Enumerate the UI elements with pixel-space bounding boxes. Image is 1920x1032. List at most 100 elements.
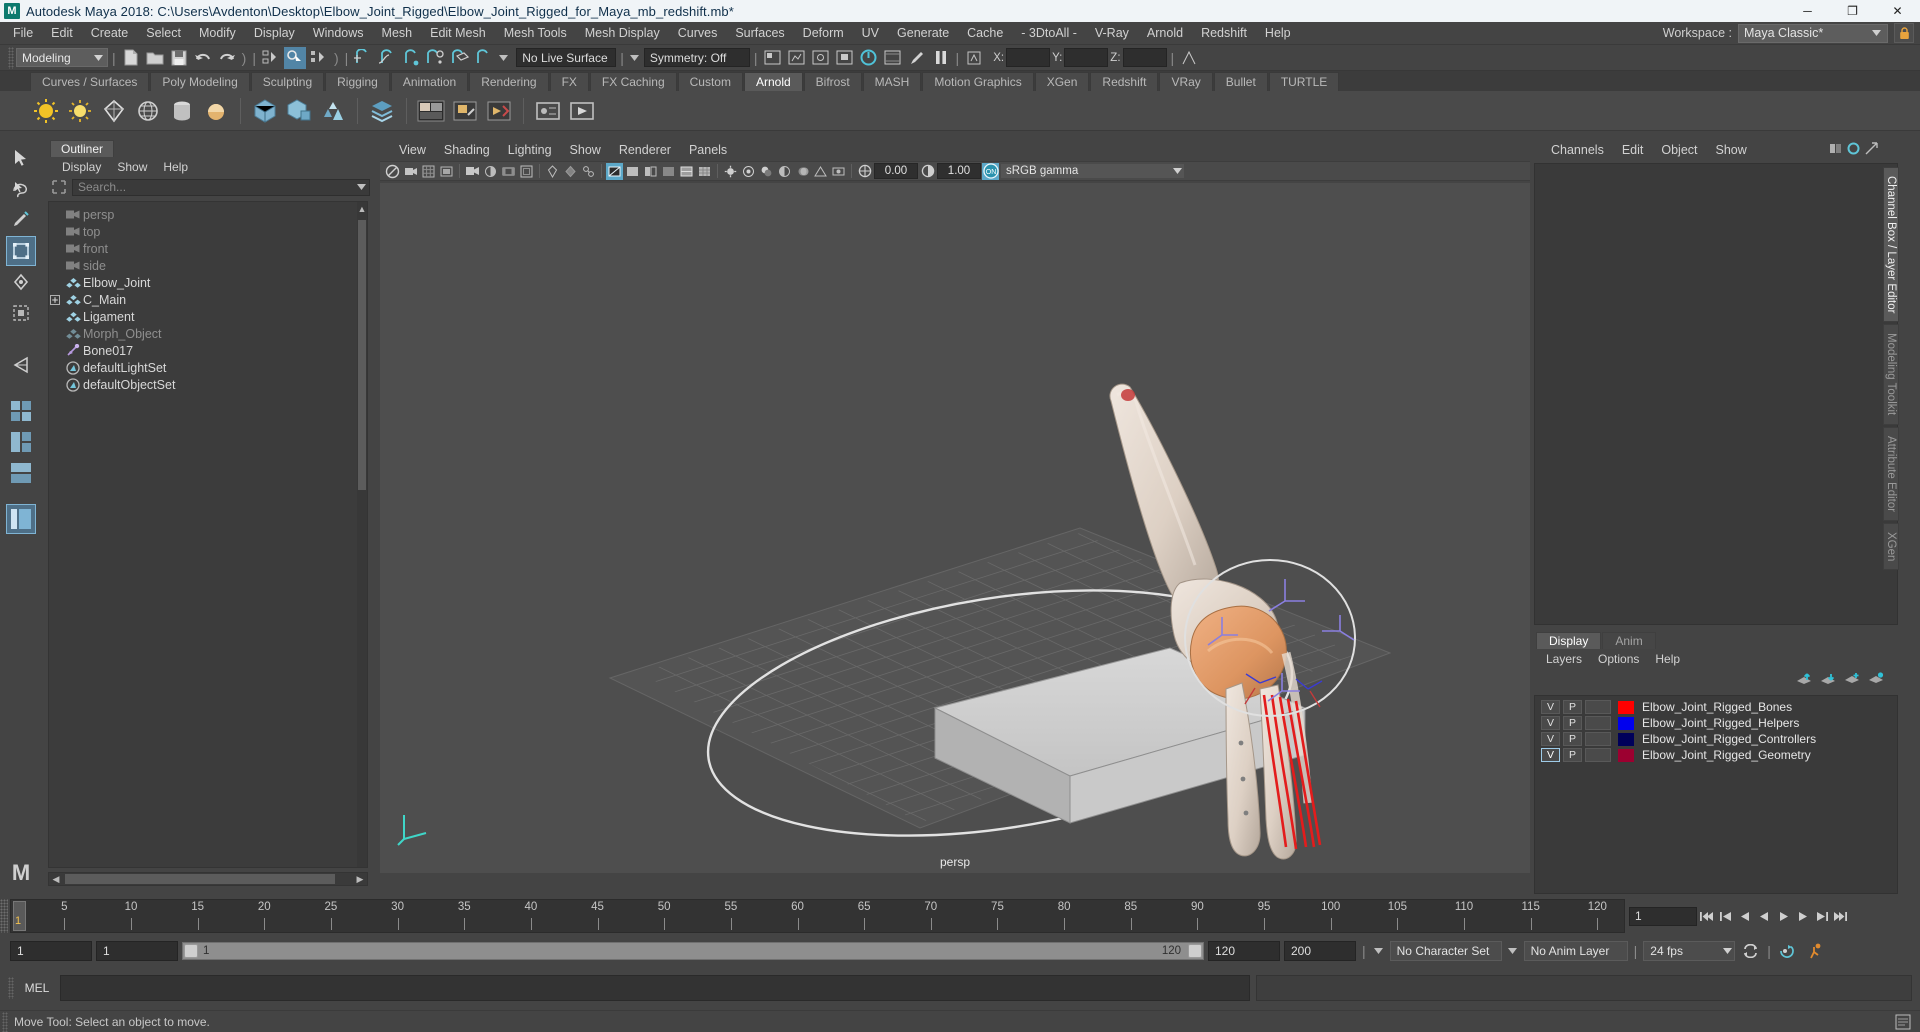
outliner-vertical-scrollbar[interactable]: ▲ bbox=[357, 202, 367, 867]
viewport-menu-view[interactable]: View bbox=[390, 139, 435, 161]
scale-tool-button[interactable] bbox=[6, 298, 36, 328]
shelf-tab-turtle[interactable]: TURTLE bbox=[1268, 72, 1340, 91]
exposure-icon[interactable] bbox=[856, 163, 873, 180]
outliner-item[interactable]: Ligament bbox=[49, 308, 367, 325]
layer-state-toggle[interactable]: . bbox=[1585, 716, 1611, 730]
outliner-item[interactable]: Morph_Object bbox=[49, 325, 367, 342]
shelf-tab-motion-graphics[interactable]: Motion Graphics bbox=[922, 72, 1034, 91]
channel-box-body[interactable] bbox=[1534, 163, 1898, 625]
use-default-lighting-icon[interactable] bbox=[722, 163, 739, 180]
layer-row[interactable]: VP. Elbow_Joint_Rigged_Controllers bbox=[1535, 731, 1897, 747]
lasso-tool-button[interactable] bbox=[6, 174, 36, 204]
motion-blur-icon[interactable] bbox=[794, 163, 811, 180]
render-view-icon[interactable] bbox=[762, 47, 784, 69]
outliner-item[interactable]: Bone017 bbox=[49, 342, 367, 359]
maximize-button[interactable]: ❐ bbox=[1830, 0, 1875, 22]
go-to-end-icon[interactable] bbox=[1831, 906, 1849, 926]
two-sided-lighting-icon[interactable] bbox=[482, 163, 499, 180]
brush-icon[interactable] bbox=[906, 47, 928, 69]
gamma-icon[interactable] bbox=[919, 163, 936, 180]
open-scene-icon[interactable] bbox=[144, 47, 166, 69]
toolbar-grip[interactable] bbox=[8, 46, 14, 69]
exposure-value[interactable]: 0.00 bbox=[874, 163, 918, 179]
layer-playback-toggle[interactable]: P bbox=[1563, 700, 1582, 714]
multisample-aa-icon[interactable] bbox=[812, 163, 829, 180]
arnold-procedural-icon[interactable] bbox=[283, 95, 315, 127]
last-tool-button[interactable] bbox=[6, 350, 36, 380]
depth-of-field-icon[interactable] bbox=[830, 163, 847, 180]
command-line-grip[interactable] bbox=[8, 977, 14, 999]
close-button[interactable]: ✕ bbox=[1875, 0, 1920, 22]
layer-list[interactable]: VP.Elbow_Joint_Rigged_BonesVP.Elbow_Join… bbox=[1534, 695, 1898, 894]
menu-set-dropdown[interactable]: Modeling bbox=[16, 48, 108, 67]
new-layer-icon[interactable] bbox=[1844, 672, 1860, 689]
anim-layer-chevron-icon[interactable] bbox=[1506, 942, 1520, 960]
layer-playback-toggle[interactable]: P bbox=[1563, 732, 1582, 746]
scroll-left-icon[interactable]: ◀ bbox=[49, 873, 63, 885]
channel-box-menu-channels[interactable]: Channels bbox=[1542, 139, 1613, 161]
shelf-tab-custom[interactable]: Custom bbox=[677, 72, 743, 91]
axis-x-input[interactable] bbox=[1006, 48, 1051, 67]
arnold-volume-icon[interactable] bbox=[166, 95, 198, 127]
outliner-horizontal-scrollbar[interactable]: ◀ ▶ bbox=[48, 872, 368, 886]
shelf-tab-arnold[interactable]: Arnold bbox=[743, 72, 803, 91]
outliner-menu-help[interactable]: Help bbox=[155, 157, 196, 177]
use-all-lights-icon[interactable] bbox=[740, 163, 757, 180]
character-set-chevron-icon[interactable] bbox=[1372, 942, 1386, 960]
gamma-value[interactable]: 1.00 bbox=[937, 163, 981, 179]
snap-view-plane-icon[interactable] bbox=[448, 47, 470, 69]
go-to-start-icon[interactable] bbox=[1698, 906, 1716, 926]
layer-menu-options[interactable]: Options bbox=[1590, 649, 1647, 669]
viewport-menu-shading[interactable]: Shading bbox=[435, 139, 499, 161]
menu-item-arnold[interactable]: Arnold bbox=[1138, 22, 1192, 44]
shelf-tab-animation[interactable]: Animation bbox=[390, 72, 469, 91]
move-layer-down-icon[interactable] bbox=[1820, 672, 1836, 689]
outliner-menu-show[interactable]: Show bbox=[109, 157, 155, 177]
color-management-toggle-icon[interactable]: ON bbox=[982, 162, 999, 180]
arnold-area-light-icon[interactable] bbox=[30, 95, 62, 127]
channel-box-menu-object[interactable]: Object bbox=[1652, 139, 1706, 161]
shelf-tab-rigging[interactable]: Rigging bbox=[325, 72, 390, 91]
shelf-tab-bullet[interactable]: Bullet bbox=[1213, 72, 1268, 91]
outliner-search-input[interactable]: Search... bbox=[72, 178, 370, 196]
outliner-item[interactable]: top bbox=[49, 223, 367, 240]
animation-preferences-icon[interactable] bbox=[1803, 941, 1825, 961]
scrollbar-thumb[interactable] bbox=[65, 874, 335, 884]
arnold-render-region-icon[interactable] bbox=[449, 95, 481, 127]
shelf-tab-curves-surfaces[interactable]: Curves / Surfaces bbox=[30, 72, 150, 91]
shelf-tab-bifrost[interactable]: Bifrost bbox=[803, 72, 862, 91]
move-layer-up-icon[interactable] bbox=[1796, 672, 1812, 689]
range-start-handle[interactable] bbox=[184, 944, 198, 958]
shelf-tab-xgen[interactable]: XGen bbox=[1034, 72, 1090, 91]
vertical-tab-modeling-toolkit[interactable]: Modeling Toolkit bbox=[1883, 324, 1899, 425]
auto-keyframe-icon[interactable] bbox=[1777, 941, 1799, 961]
menu-item-uv[interactable]: UV bbox=[853, 22, 888, 44]
layer-color-swatch[interactable] bbox=[1618, 732, 1634, 746]
menu-item-generate[interactable]: Generate bbox=[888, 22, 958, 44]
dual-pane-icon[interactable] bbox=[1829, 142, 1842, 158]
outliner-item[interactable]: side bbox=[49, 257, 367, 274]
shelf-tab-fx[interactable]: FX bbox=[549, 72, 589, 91]
menu-item-mesh-tools[interactable]: Mesh Tools bbox=[495, 22, 576, 44]
anim-end-field[interactable]: 120 bbox=[1208, 941, 1280, 961]
live-surface-field[interactable]: No Live Surface bbox=[516, 48, 617, 67]
two-pane-layout-button[interactable] bbox=[6, 458, 36, 488]
snap-point-icon[interactable] bbox=[400, 47, 422, 69]
layer-color-swatch[interactable] bbox=[1618, 748, 1634, 762]
layer-playback-toggle[interactable]: P bbox=[1563, 716, 1582, 730]
viewport-menu-lighting[interactable]: Lighting bbox=[499, 139, 561, 161]
xray-icon[interactable] bbox=[562, 163, 579, 180]
layer-playback-toggle[interactable]: P bbox=[1563, 748, 1582, 762]
shelf-tab-redshift[interactable]: Redshift bbox=[1090, 72, 1159, 91]
select-component-icon[interactable] bbox=[308, 47, 330, 69]
layer-state-toggle[interactable]: . bbox=[1585, 700, 1611, 714]
select-hierarchy-icon[interactable] bbox=[260, 47, 282, 69]
range-end-handle[interactable] bbox=[1188, 944, 1202, 958]
vertical-tab-attribute-editor[interactable]: Attribute Editor bbox=[1883, 426, 1899, 521]
script-editor-icon[interactable] bbox=[1894, 1013, 1912, 1031]
anim-start-field[interactable]: 1 bbox=[96, 941, 178, 961]
current-frame-field[interactable]: 1 bbox=[1629, 906, 1697, 926]
render-sequence-icon[interactable] bbox=[882, 47, 904, 69]
menu-item-file[interactable]: File bbox=[4, 22, 42, 44]
play-backwards-icon[interactable] bbox=[1755, 906, 1773, 926]
